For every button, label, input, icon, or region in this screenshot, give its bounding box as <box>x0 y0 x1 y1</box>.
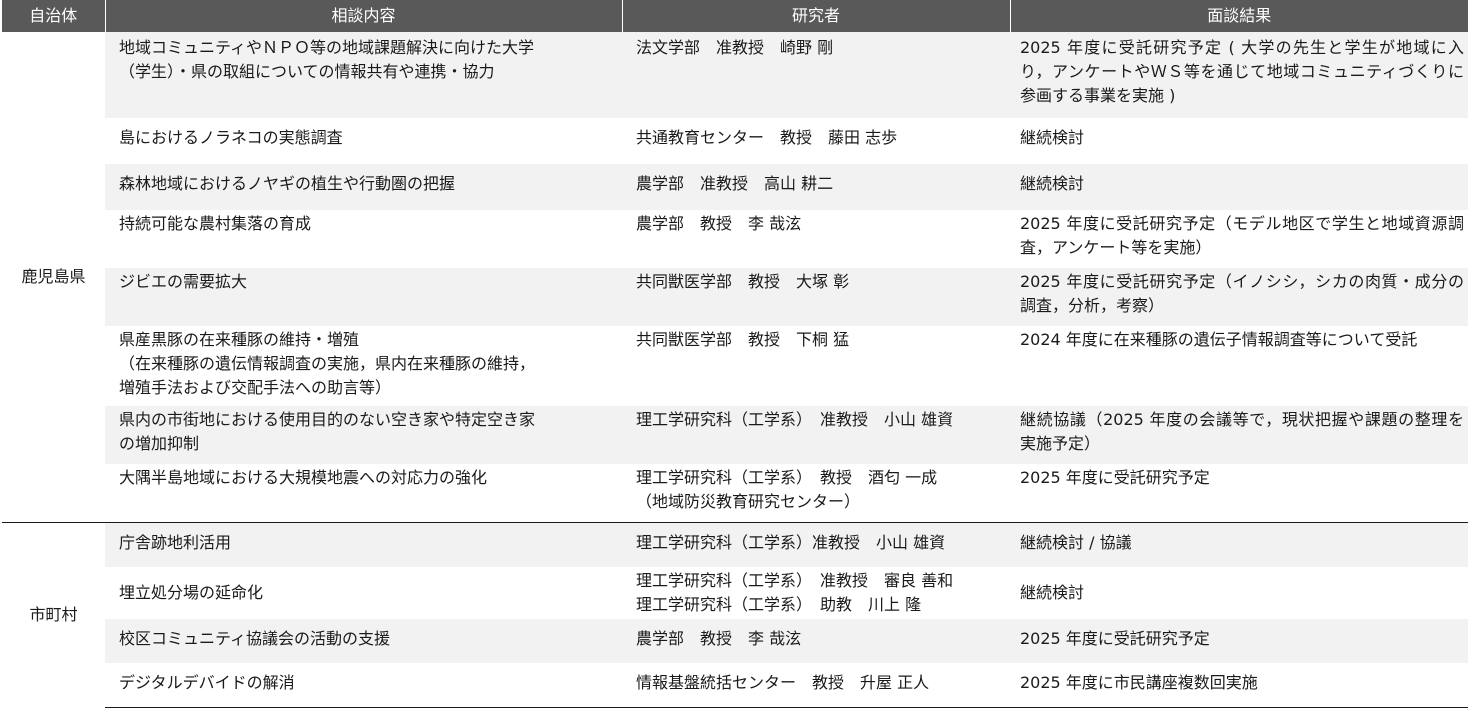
researcher-cell: 農学部 教授 李 哉泫 <box>622 619 1010 663</box>
result-cell: 継続検討 / 協議 <box>1010 522 1468 567</box>
researcher-cell: 共同獣医学部 教授 下桐 猛 <box>622 326 1010 406</box>
researcher-cell: 法文学部 准教授 崎野 剛 <box>622 32 1010 118</box>
result-cell: 継続検討 <box>1010 118 1468 164</box>
researcher-cell: 理工学研究科（工学系）准教授 小山 雄資 <box>622 522 1010 567</box>
topic-cell: ジビエの需要拡大 <box>105 268 622 326</box>
topic-cell: 県産黒豚の在来種豚の維持・増殖 （在来種豚の遺伝情報調査の実施，県内在来種豚の維… <box>105 326 622 406</box>
researcher-cell: 理工学研究科（工学系） 准教授 小山 雄資 <box>622 406 1010 464</box>
researcher-cell: 共同獣医学部 教授 大塚 彰 <box>622 268 1010 326</box>
researcher-cell: 農学部 教授 李 哉泫 <box>622 210 1010 268</box>
researcher-cell: 農学部 准教授 高山 耕二 <box>622 164 1010 210</box>
topic-cell: 校区コミュニティ協議会の活動の支援 <box>105 619 622 663</box>
topic-cell: 大隅半島地域における大規模地震への対応力の強化 <box>105 464 622 523</box>
topic-cell: 庁舎跡地利活用 <box>105 522 622 567</box>
group-municipalities: 市町村 庁舎跡地利活用 理工学研究科（工学系）准教授 小山 雄資 継続検討 / … <box>2 522 1468 708</box>
table-row: ジビエの需要拡大 共同獣医学部 教授 大塚 彰 2025 年度に受託研究予定（イ… <box>2 268 1468 326</box>
topic-cell: 地域コミュニティやＮＰＯ等の地域課題解決に向けた大学 （学生）・県の取組について… <box>105 32 622 118</box>
municipality-label: 市町村 <box>2 522 105 708</box>
result-cell: 継続検討 <box>1010 567 1468 619</box>
topic-cell: 県内の市街地における使用目的のない空き家や特定空き家 の増加抑制 <box>105 406 622 464</box>
researcher-cell: 共通教育センター 教授 藤田 志歩 <box>622 118 1010 164</box>
table-row: 大隅半島地域における大規模地震への対応力の強化 理工学研究科（工学系） 教授 酒… <box>2 464 1468 523</box>
result-cell: 2025 年度に受託研究予定 <box>1010 464 1468 523</box>
table-row: 島におけるノラネコの実態調査 共通教育センター 教授 藤田 志歩 継続検討 <box>2 118 1468 164</box>
table-row: 森林地域におけるノヤギの植生や行動圏の把握 農学部 准教授 高山 耕二 継続検討 <box>2 164 1468 210</box>
consultation-table: 自治体 相談内容 研究者 面談結果 鹿児島県 地域コミュニティやＮＰＯ等の地域課… <box>2 0 1468 708</box>
topic-cell: 埋立処分場の延命化 <box>105 567 622 619</box>
researcher-cell: 情報基盤統括センター 教授 升屋 正人 <box>622 663 1010 708</box>
table-row: 校区コミュニティ協議会の活動の支援 農学部 教授 李 哉泫 2025 年度に受託… <box>2 619 1468 663</box>
table-row: 埋立処分場の延命化 理工学研究科（工学系） 准教授 審良 善和 理工学研究科（工… <box>2 567 1468 619</box>
topic-cell: 持続可能な農村集落の育成 <box>105 210 622 268</box>
header-result: 面談結果 <box>1010 0 1468 32</box>
result-cell: 2025 年度に市民講座複数回実施 <box>1010 663 1468 708</box>
header-researcher: 研究者 <box>622 0 1011 32</box>
table-row: デジタルデバイドの解消 情報基盤統括センター 教授 升屋 正人 2025 年度に… <box>2 663 1468 708</box>
researcher-cell: 理工学研究科（工学系） 教授 酒匂 一成 （地域防災教育研究センター） <box>622 464 1010 523</box>
result-cell: 2025 年度に受託研究予定 <box>1010 619 1468 663</box>
table-row: 持続可能な農村集落の育成 農学部 教授 李 哉泫 2025 年度に受託研究予定（… <box>2 210 1468 268</box>
result-cell: 継続検討 <box>1010 164 1468 210</box>
result-cell: 2025 年度に受託研究予定（モデル地区で学生と地域資源調査，アンケート等を実施… <box>1010 210 1468 268</box>
result-cell: 2025 年度に受託研究予定 ( 大学の先生と学生が地域に入り，アンケートやＷＳ… <box>1010 32 1468 118</box>
header-topic: 相談内容 <box>105 0 623 32</box>
table-row: 県産黒豚の在来種豚の維持・増殖 （在来種豚の遺伝情報調査の実施，県内在来種豚の維… <box>2 326 1468 406</box>
topic-cell: 島におけるノラネコの実態調査 <box>105 118 622 164</box>
topic-cell: デジタルデバイドの解消 <box>105 663 622 708</box>
group-prefecture: 鹿児島県 地域コミュニティやＮＰＯ等の地域課題解決に向けた大学 （学生）・県の取… <box>2 32 1468 523</box>
header-municipality: 自治体 <box>2 0 106 32</box>
result-cell: 2025 年度に受託研究予定（イノシシ，シカの肉質・成分の調査，分析，考察） <box>1010 268 1468 326</box>
municipality-label: 鹿児島県 <box>2 32 105 523</box>
table-row: 鹿児島県 地域コミュニティやＮＰＯ等の地域課題解決に向けた大学 （学生）・県の取… <box>2 32 1468 523</box>
result-cell: 継続協議（2025 年度の会議等で，現状把握や課題の整理を実施予定） <box>1010 406 1468 464</box>
researcher-cell: 理工学研究科（工学系） 准教授 審良 善和 理工学研究科（工学系） 助教 川上 … <box>622 567 1010 619</box>
header-row: 自治体 相談内容 研究者 面談結果 <box>2 0 1468 32</box>
result-cell: 2024 年度に在来種豚の遺伝子情報調査等について受託 <box>1010 326 1468 406</box>
table-row: 県内の市街地における使用目的のない空き家や特定空き家 の増加抑制 理工学研究科（… <box>2 406 1468 464</box>
table-row: 市町村 庁舎跡地利活用 理工学研究科（工学系）准教授 小山 雄資 継続検討 / … <box>2 522 1468 708</box>
topic-cell: 森林地域におけるノヤギの植生や行動圏の把握 <box>105 164 622 210</box>
